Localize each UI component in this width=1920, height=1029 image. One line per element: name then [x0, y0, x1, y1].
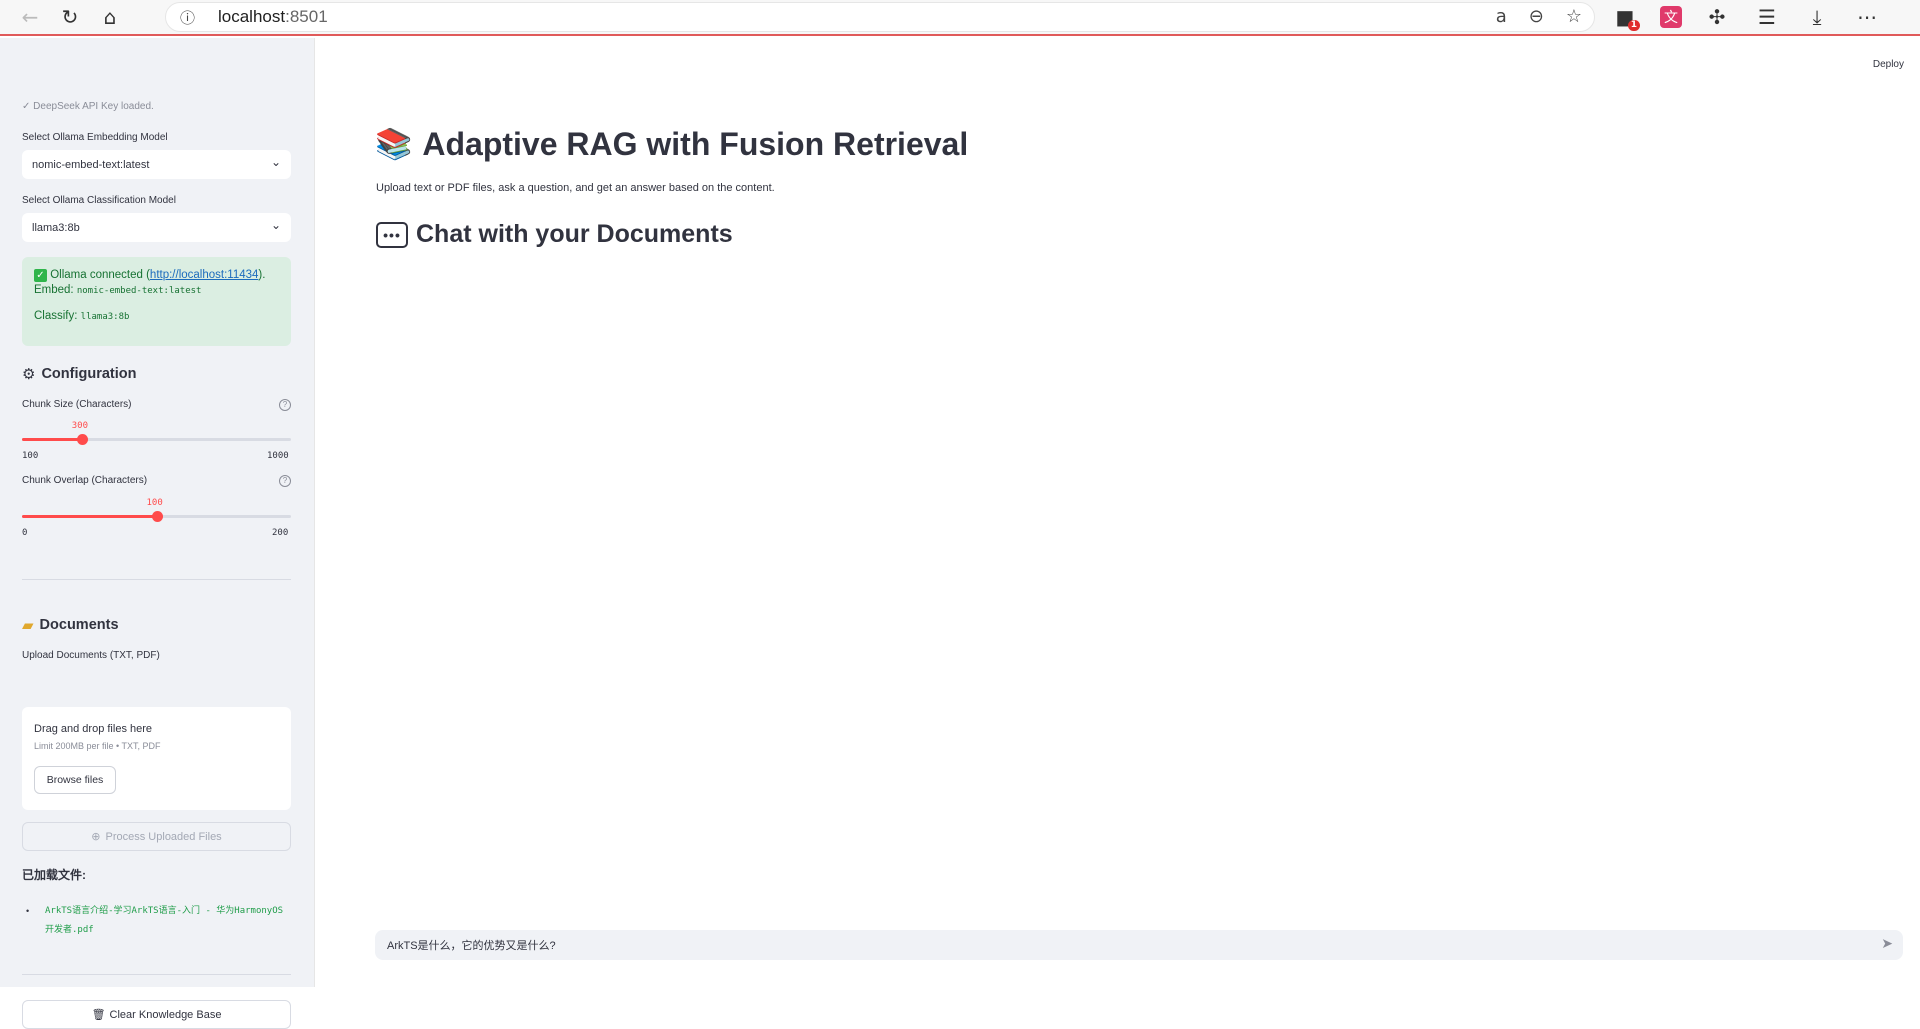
back-arrow-icon[interactable]: ← — [10, 2, 50, 32]
divider — [22, 974, 291, 975]
main-content: Deploy 📚 Adaptive RAG with Fusion Retrie… — [315, 38, 1920, 987]
chat-bubble-icon: ••• — [376, 221, 408, 248]
plus-circle-icon: ⊕ — [91, 830, 101, 843]
api-status: ✓ DeepSeek API Key loaded. — [22, 101, 154, 112]
slider-thumb[interactable] — [151, 511, 163, 522]
star-icon[interactable]: ☆ — [1566, 6, 1582, 27]
clear-knowledge-base-button[interactable]: 🗑 Clear Knowledge Base — [22, 1000, 291, 1029]
chunk-size-value: 300 — [71, 421, 89, 431]
help-icon[interactable]: ? — [279, 475, 291, 487]
check-icon: ✓ — [34, 269, 47, 282]
puzzle-icon[interactable]: ✣ — [1702, 3, 1732, 31]
embedding-model-label: Select Ollama Embedding Model — [22, 132, 168, 143]
home-icon[interactable]: ⌂ — [90, 2, 130, 32]
info-icon[interactable]: ⓘ — [180, 7, 210, 28]
ollama-status-box: ✓ Ollama connected (http://localhost:114… — [22, 257, 291, 346]
ollama-link[interactable]: http://localhost:11434 — [150, 269, 258, 281]
classification-model-value: llama3:8b — [32, 221, 80, 234]
bullet: • — [26, 906, 30, 916]
slider-thumb[interactable] — [76, 434, 88, 445]
classification-model-select[interactable]: llama3:8b ⌄ — [22, 213, 291, 242]
dropzone-title: Drag and drop files here — [34, 723, 153, 735]
gear-icon: ⚙ — [22, 365, 36, 383]
dropzone-limit: Limit 200MB per file • TXT, PDF — [34, 741, 161, 751]
page-title: 📚 Adaptive RAG with Fusion Retrieval — [375, 126, 969, 162]
chunk-size-label: Chunk Size (Characters) — [22, 399, 132, 410]
chunk-size-slider[interactable]: 300 — [22, 421, 291, 445]
translate-extension-icon[interactable]: 文 — [1660, 6, 1682, 28]
divider — [22, 579, 291, 580]
browse-files-button[interactable]: Browse files — [34, 766, 116, 794]
browser-toolbar: ← ↻ ⌂ ⓘ localhost:8501 a ⊖ ☆ ■ 1 文 ✣ ☰ ⤓ … — [0, 0, 1920, 36]
more-icon[interactable]: ⋯ — [1852, 3, 1882, 31]
chunk-overlap-label: Chunk Overlap (Characters) — [22, 475, 148, 486]
embedding-model-value: nomic-embed-text:latest — [32, 158, 150, 171]
url-text: localhost:8501 — [218, 7, 328, 26]
chevron-down-icon: ⌄ — [270, 218, 281, 232]
deploy-button[interactable]: Deploy — [1873, 59, 1904, 70]
list-item: • ArkTS语言介绍-学习ArkTS语言-入门 - 华为HarmonyOS开发… — [22, 902, 292, 940]
chunk-overlap-slider[interactable]: 100 — [22, 498, 291, 522]
send-icon[interactable]: ➤ — [1881, 936, 1893, 952]
page-subtitle: Upload text or PDF files, ask a question… — [376, 182, 775, 194]
loaded-files-title: 已加载文件: — [22, 868, 86, 882]
embed-model-code: nomic-embed-text:latest — [76, 286, 202, 296]
help-icon[interactable]: ? — [279, 399, 291, 411]
upload-label: Upload Documents (TXT, PDF) — [22, 650, 160, 661]
process-files-button[interactable]: ⊕ Process Uploaded Files — [22, 822, 291, 851]
trash-icon: 🗑 — [91, 1008, 106, 1021]
favorites-icon[interactable]: ☰ — [1752, 3, 1782, 31]
classify-model-code: llama3:8b — [80, 312, 130, 322]
chunk-overlap-min: 0 — [22, 528, 28, 538]
zoom-out-icon[interactable]: ⊖ — [1529, 6, 1544, 27]
chat-input-text: ArkTS是什么，它的优势又是什么? — [387, 940, 556, 952]
folder-icon: ▰ — [22, 616, 34, 634]
file-dropzone[interactable]: Drag and drop files here Limit 200MB per… — [22, 707, 291, 810]
documents-heading: ▰ Documents — [22, 616, 119, 634]
books-icon: 📚 — [375, 127, 413, 162]
chat-heading: ••• Chat with your Documents — [376, 220, 733, 249]
extension-badge: 1 — [1627, 20, 1640, 31]
classification-model-label: Select Ollama Classification Model — [22, 195, 176, 206]
embedding-model-select[interactable]: nomic-embed-text:latest ⌄ — [22, 150, 291, 179]
chat-input[interactable]: ArkTS是什么，它的优势又是什么? ➤ — [375, 930, 1903, 960]
sidebar: ✓ DeepSeek API Key loaded. Select Ollama… — [0, 38, 315, 1029]
chunk-overlap-max: 200 — [272, 528, 289, 538]
download-icon[interactable]: ⤓ — [1802, 3, 1832, 31]
chunk-overlap-value: 100 — [146, 498, 163, 508]
extension-icon[interactable]: ■ 1 — [1610, 3, 1640, 31]
chunk-size-max: 1000 — [267, 451, 289, 461]
chevron-down-icon: ⌄ — [270, 155, 281, 169]
chunk-size-min: 100 — [22, 451, 39, 461]
address-bar[interactable]: ⓘ localhost:8501 a ⊖ ☆ — [165, 2, 1595, 32]
read-aloud-icon[interactable]: a — [1496, 6, 1507, 27]
reload-icon[interactable]: ↻ — [50, 2, 90, 32]
configuration-heading: ⚙ Configuration — [22, 365, 137, 383]
